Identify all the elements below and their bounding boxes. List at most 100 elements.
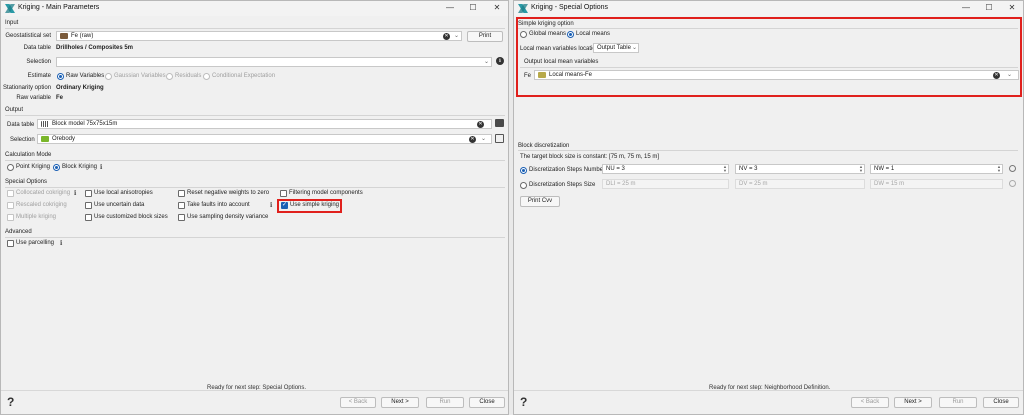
bottom-bar: ? < Back Next > Run Close	[514, 390, 1023, 414]
filtering-model-label: Filtering model components	[289, 190, 363, 196]
filtering-model-checkbox[interactable]	[280, 190, 287, 197]
nw-value: NW = 1	[874, 166, 895, 172]
local-anisotropies-checkbox[interactable]	[85, 190, 92, 197]
chevron-down-icon[interactable]: ⌄	[632, 44, 637, 51]
global-means-radio[interactable]	[520, 31, 527, 38]
help-icon[interactable]: ?	[520, 395, 527, 409]
info-icon[interactable]: i	[60, 240, 62, 247]
fe-label: Fe	[524, 73, 532, 79]
divider	[520, 67, 1018, 68]
back-button[interactable]: < Back	[851, 397, 889, 408]
folder-icon[interactable]	[495, 119, 504, 127]
faults-checkbox[interactable]	[178, 202, 185, 209]
nw-spinbox[interactable]: NW = 1 ▲ ▼	[870, 164, 1003, 174]
estimate-residuals-radio	[166, 73, 173, 80]
geostat-value: Fe (raw)	[71, 33, 94, 39]
clear-icon[interactable]: ✕	[469, 136, 476, 143]
location-label: Local mean variables location	[520, 46, 600, 52]
close-window-button[interactable]: ✕	[489, 2, 505, 14]
simple-kriging-checkbox[interactable]: ✓	[281, 202, 288, 209]
point-kriging-radio[interactable]	[7, 164, 14, 171]
minimize-button[interactable]: —	[442, 2, 458, 14]
run-button[interactable]: Run	[426, 397, 464, 408]
out-datatable-field[interactable]: Block model 75x75x15m ✕	[37, 119, 492, 129]
out-selection-value: Orebody	[52, 136, 76, 142]
local-anisotropies-label: Use local anisotropies	[94, 190, 153, 196]
back-button[interactable]: < Back	[340, 397, 376, 408]
info-icon[interactable]: i	[74, 190, 76, 197]
next-button[interactable]: Next >	[381, 397, 419, 408]
custom-block-sizes-checkbox[interactable]	[85, 214, 92, 221]
datatable-value: Drillholes / Composites 5m	[56, 45, 134, 51]
stationarity-value: Ordinary Kriging	[56, 85, 104, 91]
steps-size-radio[interactable]	[520, 182, 527, 189]
nv-spinbox[interactable]: NV = 3 ▲ ▼	[735, 164, 865, 174]
close-button[interactable]: Close	[983, 397, 1019, 408]
chevron-down-icon[interactable]: ⌄	[484, 58, 489, 65]
info-icon[interactable]: i	[270, 202, 272, 209]
location-value: Output Table	[597, 45, 631, 51]
custom-block-sizes-label: Use customized block sizes	[94, 214, 168, 220]
calc-section-title: Calculation Mode	[5, 152, 52, 158]
clear-icon[interactable]: ✕	[993, 72, 1000, 79]
fe-output-field[interactable]: Local means-Fe ✕ ⌄	[534, 70, 1019, 80]
output-section-title: Output	[5, 107, 24, 113]
nu-spinbox[interactable]: NU = 3 ▲ ▼	[602, 164, 729, 174]
close-button[interactable]: Close	[469, 397, 505, 408]
help-icon[interactable]: ?	[7, 395, 14, 409]
close-window-button[interactable]: ✕	[1004, 2, 1020, 14]
location-select[interactable]: Output Table ⌄	[593, 43, 639, 53]
uncertain-data-label: Use uncertain data	[94, 202, 145, 208]
spin-arrows-icon[interactable]: ▲ ▼	[859, 165, 863, 173]
info-icon[interactable]: i	[496, 57, 504, 65]
rawvar-value: Fe	[56, 95, 64, 101]
nu-value: NU = 3	[606, 166, 625, 172]
simple-kriging-label: Use simple kriging	[290, 202, 340, 208]
divider	[5, 187, 505, 188]
lightbulb-icon[interactable]	[1009, 165, 1016, 172]
advanced-section-title: Advanced	[5, 229, 32, 235]
block-section-title: Block discretization	[518, 143, 570, 149]
chevron-down-icon[interactable]: ⌄	[481, 135, 486, 142]
uncertain-data-checkbox[interactable]	[85, 202, 92, 209]
divider	[518, 28, 1018, 29]
chevron-down-icon[interactable]: ⌄	[1007, 71, 1012, 78]
print-cvv-button[interactable]: Print Cvv	[520, 196, 560, 207]
parcelling-checkbox[interactable]	[7, 240, 14, 247]
block-kriging-radio[interactable]	[53, 164, 60, 171]
dw-spinbox: DW = 15 m	[870, 179, 1003, 189]
divider	[518, 150, 1018, 151]
info-icon[interactable]: i	[100, 164, 102, 171]
variable-icon	[538, 72, 546, 78]
maximize-button[interactable]: ☐	[465, 2, 481, 14]
next-button[interactable]: Next >	[894, 397, 932, 408]
spin-arrows-icon[interactable]: ▲ ▼	[997, 165, 1001, 173]
filter-icon[interactable]	[495, 134, 504, 143]
stationarity-label: Stationarity option	[3, 85, 52, 91]
collocated-checkbox	[7, 190, 14, 197]
reset-negative-checkbox[interactable]	[178, 190, 185, 197]
grid-icon	[41, 121, 49, 127]
divider	[5, 115, 505, 116]
sampling-density-checkbox[interactable]	[178, 214, 185, 221]
clear-icon[interactable]: ✕	[477, 121, 484, 128]
estimate-label: Estimate	[27, 73, 51, 79]
out-selection-field[interactable]: Orebody ✕ ⌄	[37, 134, 492, 144]
run-button[interactable]: Run	[939, 397, 977, 408]
clear-icon[interactable]: ✕	[443, 33, 450, 40]
out-datatable-label: Data table	[7, 122, 35, 128]
minimize-button[interactable]: —	[958, 2, 974, 14]
sampling-density-label: Use sampling density variance	[187, 214, 269, 220]
maximize-button[interactable]: ☐	[981, 2, 997, 14]
print-button[interactable]: Print	[467, 31, 503, 42]
highlight-box	[516, 17, 1022, 97]
steps-number-radio[interactable]	[520, 167, 527, 174]
selection-icon	[41, 136, 49, 142]
local-means-radio[interactable]	[567, 31, 574, 38]
spin-arrows-icon[interactable]: ▲ ▼	[723, 165, 727, 173]
selection-field[interactable]: ⌄	[56, 57, 492, 67]
chevron-down-icon[interactable]: ⌄	[454, 32, 459, 39]
estimate-raw-radio[interactable]	[57, 73, 64, 80]
geostat-field[interactable]: Fe (raw) ✕ ⌄	[56, 31, 462, 41]
global-means-label: Global means	[529, 31, 567, 37]
